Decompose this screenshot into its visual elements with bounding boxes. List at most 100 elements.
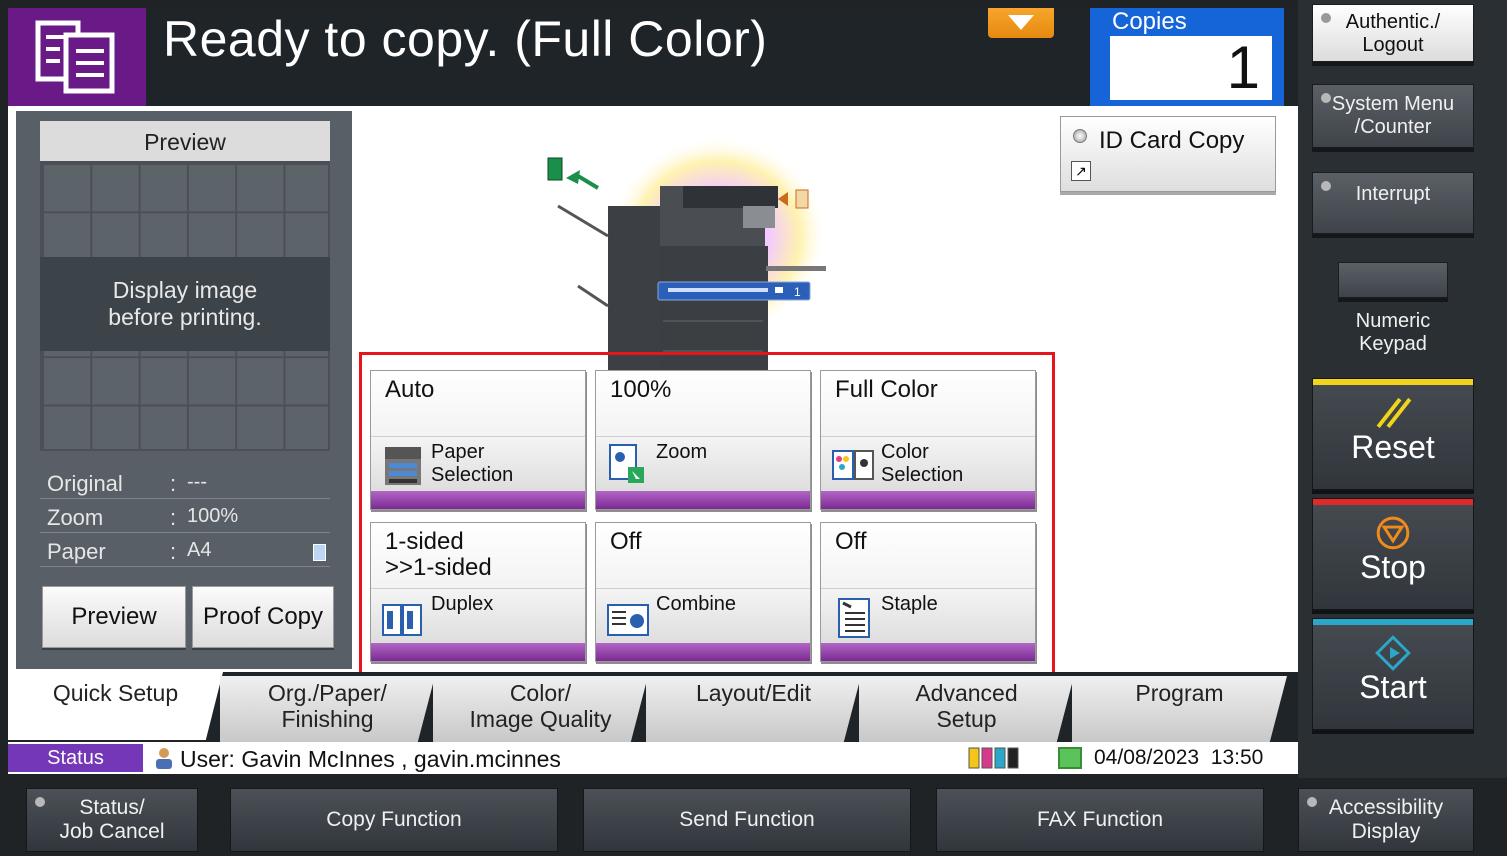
reset-indicator bbox=[1313, 379, 1473, 385]
color-selection-button[interactable]: Full Color Color Selection bbox=[820, 370, 1036, 510]
id-card-copy-button[interactable]: ID Card Copy ↗ bbox=[1060, 116, 1276, 192]
numeric-keypad-key[interactable] bbox=[1338, 262, 1448, 298]
function-value: Full Color bbox=[821, 371, 1035, 437]
preview-message-line1: Display image bbox=[112, 277, 258, 303]
tab-quick-setup[interactable]: Quick Setup bbox=[8, 672, 223, 740]
preview-title: Preview bbox=[40, 121, 330, 161]
authentic-logout-key[interactable]: Authentic./ Logout bbox=[1312, 4, 1474, 62]
id-card-copy-label: ID Card Copy bbox=[1099, 127, 1245, 154]
header-bar: Ready to copy. (Full Color) Copies 1 bbox=[8, 8, 1298, 106]
duplex-button[interactable]: 1-sided >>1-sided Duplex bbox=[370, 522, 586, 662]
reset-label: Reset bbox=[1351, 429, 1435, 465]
tab-program[interactable]: Program bbox=[1072, 676, 1287, 742]
info-row-zoom: Zoom : 100% bbox=[40, 501, 330, 533]
accessibility-display-key[interactable]: Accessibility Display bbox=[1298, 788, 1474, 852]
duplex-icon bbox=[382, 604, 422, 636]
reset-key[interactable]: Reset bbox=[1312, 378, 1474, 490]
staple-button[interactable]: Off Staple bbox=[820, 522, 1036, 662]
zoom-icon bbox=[609, 444, 644, 483]
user-info: User: Gavin McInnes , gavin.mcinnes bbox=[180, 746, 561, 772]
function-value: Off bbox=[596, 523, 810, 589]
function-bar bbox=[821, 643, 1035, 661]
function-value: 100% bbox=[596, 371, 810, 437]
status-job-cancel-key[interactable]: Status/ Job Cancel bbox=[26, 788, 198, 852]
tab-org-paper-finishing[interactable]: Org./Paper/ Finishing bbox=[220, 676, 435, 742]
status-badge[interactable]: Status bbox=[8, 744, 143, 772]
indicator-led bbox=[35, 797, 45, 807]
tab-layout-edit[interactable]: Layout/Edit bbox=[646, 676, 861, 742]
system-menu-label: System Menu /Counter bbox=[1331, 93, 1455, 138]
indicator-led bbox=[1321, 181, 1331, 191]
function-bar bbox=[821, 491, 1035, 509]
function-value: Auto bbox=[371, 371, 585, 437]
svg-text:1: 1 bbox=[794, 285, 801, 299]
tab-bar: Quick Setup Org./Paper/ Finishing Color/… bbox=[8, 672, 1298, 742]
authentic-logout-label: Authentic./ Logout bbox=[1345, 11, 1441, 56]
info-separator: : bbox=[170, 505, 177, 530]
start-key[interactable]: Start bbox=[1312, 618, 1474, 730]
toner-level-icon bbox=[968, 747, 1019, 769]
shortcut-icon: ↗ bbox=[1071, 161, 1091, 181]
paper-selection-button[interactable]: Auto Paper Selection bbox=[370, 370, 586, 510]
indicator-led bbox=[1321, 93, 1331, 103]
indicator-led bbox=[1307, 797, 1317, 807]
function-bar bbox=[596, 643, 810, 661]
accessibility-display-label: Accessibility Display bbox=[1328, 796, 1444, 843]
info-separator: : bbox=[170, 539, 177, 564]
info-label: Paper bbox=[47, 539, 106, 564]
user-icon bbox=[156, 748, 172, 769]
date: 04/08/2023 bbox=[1094, 746, 1200, 769]
fax-function-key[interactable]: FAX Function bbox=[936, 788, 1264, 852]
stop-key[interactable]: Stop bbox=[1312, 498, 1474, 610]
tab-color-image-quality[interactable]: Color/ Image Quality bbox=[433, 676, 648, 742]
main-content: Preview Display image before printing. Or… bbox=[8, 106, 1298, 678]
info-label: Zoom bbox=[47, 505, 104, 530]
tab-advanced-setup[interactable]: Advanced Setup bbox=[859, 676, 1074, 742]
reset-icon bbox=[1376, 397, 1412, 429]
time: 13:50 bbox=[1210, 746, 1264, 769]
interrupt-key[interactable]: Interrupt bbox=[1312, 172, 1474, 234]
copy-function-key[interactable]: Copy Function bbox=[230, 788, 558, 852]
indicator-led bbox=[1321, 13, 1331, 23]
stop-label: Stop bbox=[1360, 549, 1426, 585]
function-lower: Zoom bbox=[596, 437, 810, 493]
system-menu-key[interactable]: System Menu /Counter bbox=[1312, 84, 1474, 148]
function-bar bbox=[371, 491, 585, 509]
status-bar: Status User: Gavin McInnes , gavin.mcinn… bbox=[8, 742, 1298, 774]
zoom-button[interactable]: 100% Zoom bbox=[595, 370, 811, 510]
copies-label: Copies bbox=[1112, 8, 1187, 35]
function-value: 1-sided >>1-sided bbox=[371, 523, 585, 589]
start-label: Start bbox=[1359, 669, 1427, 705]
function-lower: Combine bbox=[596, 589, 810, 645]
message-expand-button[interactable] bbox=[988, 8, 1054, 38]
proof-copy-button[interactable]: Proof Copy bbox=[192, 586, 334, 648]
info-row-original: Original : --- bbox=[40, 467, 330, 499]
function-name: Combine bbox=[656, 593, 737, 615]
hard-key-panel: Authentic./ Logout System Menu /Counter … bbox=[1298, 0, 1507, 778]
info-separator: : bbox=[170, 471, 177, 496]
function-lower: Duplex bbox=[371, 589, 585, 645]
chevron-down-icon bbox=[1008, 15, 1034, 30]
send-function-key[interactable]: Send Function bbox=[583, 788, 911, 852]
combine-button[interactable]: Off Combine bbox=[595, 522, 811, 662]
function-name: Color Selection bbox=[881, 441, 964, 486]
copies-value[interactable]: 1 bbox=[1110, 36, 1272, 100]
preview-panel: Preview Display image before printing. Or… bbox=[16, 111, 352, 669]
preview-button[interactable]: Preview bbox=[42, 586, 186, 648]
function-name: Staple bbox=[881, 593, 938, 615]
function-lower: Color Selection bbox=[821, 437, 1035, 493]
info-row-paper: Paper : A4 bbox=[40, 535, 330, 567]
stop-indicator bbox=[1313, 499, 1473, 505]
paper-selection-icon bbox=[385, 447, 421, 485]
info-label: Original bbox=[47, 471, 123, 496]
datetime: 04/08/2023 13:50 bbox=[1094, 746, 1263, 770]
fax-function-label: FAX Function bbox=[1036, 808, 1164, 831]
network-status-icon bbox=[1058, 747, 1082, 769]
start-indicator bbox=[1313, 619, 1473, 625]
function-lower: Paper Selection bbox=[371, 437, 585, 493]
interrupt-label: Interrupt bbox=[1355, 183, 1431, 205]
function-name: Paper Selection bbox=[431, 441, 514, 486]
preview-message-line2: before printing. bbox=[108, 304, 262, 330]
copies-field[interactable]: Copies 1 bbox=[1090, 8, 1284, 106]
indicator-led bbox=[1073, 129, 1087, 143]
